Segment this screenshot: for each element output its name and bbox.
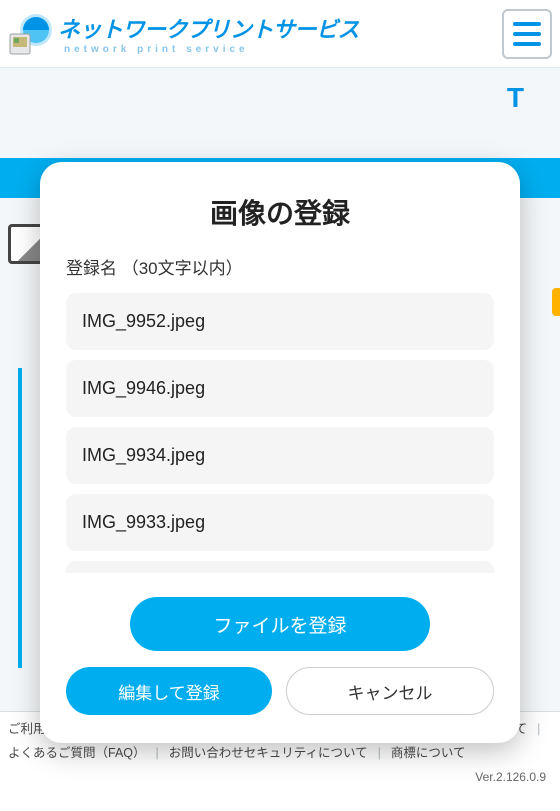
file-name-input[interactable]: IMG_9923.jpeg <box>66 561 494 573</box>
brand-title: ネットワークプリントサービス <box>58 12 359 44</box>
background-blue-line <box>18 368 22 668</box>
footer-link[interactable]: 商標について <box>391 742 466 766</box>
hamburger-menu-button[interactable] <box>502 9 552 59</box>
brand-subtitle: network print service <box>58 44 359 55</box>
file-list[interactable]: IMG_9952.jpeg IMG_9946.jpeg IMG_9934.jpe… <box>66 293 494 573</box>
page-body: T 画像の登録 登録名 （30文字以内） IMG_9952.jpeg IMG_9… <box>0 68 560 711</box>
app-header: ネットワークプリントサービス network print service <box>0 0 560 68</box>
file-name-input[interactable]: IMG_9952.jpeg <box>66 293 494 350</box>
register-file-button[interactable]: ファイルを登録 <box>130 597 430 651</box>
version-label: Ver.2.126.0.9 <box>8 766 552 789</box>
file-name-input[interactable]: IMG_9934.jpeg <box>66 427 494 484</box>
hamburger-line-icon <box>513 22 541 26</box>
dialog-title: 画像の登録 <box>66 192 494 232</box>
file-name-input[interactable]: IMG_9933.jpeg <box>66 494 494 551</box>
globe-printer-icon <box>6 10 54 58</box>
brand-logo[interactable]: ネットワークプリントサービス network print service <box>6 10 359 58</box>
footer-link[interactable]: セキュリティについて <box>244 742 368 766</box>
footer-link[interactable]: お問い合わせ <box>169 742 244 766</box>
separator: | <box>368 742 391 766</box>
separator: | <box>146 742 169 766</box>
background-orange-peek <box>552 288 560 316</box>
hamburger-line-icon <box>513 32 541 36</box>
file-name-input[interactable]: IMG_9946.jpeg <box>66 360 494 417</box>
background-letter: T <box>507 82 524 114</box>
cancel-button[interactable]: キャンセル <box>286 667 494 715</box>
edit-and-register-button[interactable]: 編集して登録 <box>66 667 272 715</box>
hamburger-line-icon <box>513 42 541 46</box>
image-register-dialog: 画像の登録 登録名 （30文字以内） IMG_9952.jpeg IMG_994… <box>40 162 520 743</box>
dialog-field-label: 登録名 （30文字以内） <box>66 254 494 279</box>
separator: | <box>527 718 550 742</box>
footer-link[interactable]: よくあるご質問（FAQ） <box>8 742 146 766</box>
